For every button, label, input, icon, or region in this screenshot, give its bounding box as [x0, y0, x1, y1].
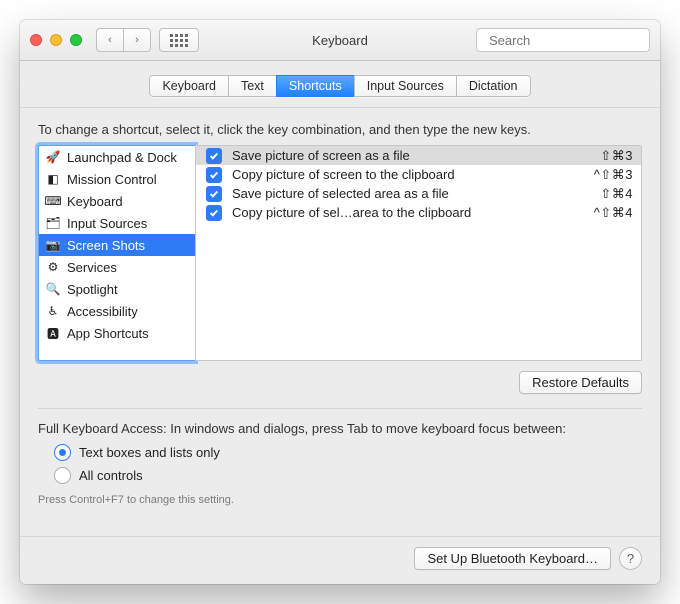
shortcut-row[interactable]: Save picture of selected area as a file ⇧… [196, 184, 641, 203]
category-label: Launchpad & Dock [67, 150, 177, 165]
shortcut-row[interactable]: Copy picture of sel…area to the clipboar… [196, 203, 641, 222]
category-label: Keyboard [67, 194, 123, 209]
radio-button[interactable] [54, 444, 71, 461]
rocket-icon: 🚀 [45, 149, 61, 165]
bluetooth-keyboard-button[interactable]: Set Up Bluetooth Keyboard… [414, 547, 611, 570]
category-launchpad-dock[interactable]: 🚀 Launchpad & Dock [39, 146, 195, 168]
panes: 🚀 Launchpad & Dock ◧ Mission Control ⌨︎ Keybo… [38, 145, 642, 361]
category-accessibility[interactable]: ♿︎ Accessibility [39, 300, 195, 322]
shortcut-list[interactable]: Save picture of screen as a file⇧⌘3Copy … [195, 145, 642, 361]
category-label: App Shortcuts [67, 326, 149, 341]
fka-option-label: All controls [79, 468, 143, 483]
fka-option[interactable]: All controls [54, 467, 642, 484]
help-button[interactable]: ? [619, 547, 642, 570]
divider [38, 408, 642, 409]
close-button[interactable] [30, 34, 42, 46]
shortcut-row[interactable]: Save picture of screen as a file ⇧⌘3 [196, 146, 641, 165]
shortcut-label: Save picture of selected area as a file [232, 186, 590, 201]
tab-text[interactable]: Text [228, 75, 277, 97]
globe-icon: 🗂 [45, 215, 61, 231]
spotlight-icon: 🔍 [45, 281, 61, 297]
chevron-right-icon: › [135, 34, 139, 46]
apps-icon: 🅰︎ [45, 325, 61, 341]
titlebar: ‹ › Keyboard [20, 20, 660, 61]
tabs-row: KeyboardTextShortcutsInput SourcesDictat… [20, 61, 660, 108]
body: To change a shortcut, select it, click t… [20, 108, 660, 536]
shortcut-keys[interactable]: ⇧⌘4 [600, 186, 633, 202]
fka-option-label: Text boxes and lists only [79, 445, 220, 460]
category-spotlight[interactable]: 🔍 Spotlight [39, 278, 195, 300]
keyboard-icon: ⌨︎ [45, 193, 61, 209]
shortcut-keys[interactable]: ^⇧⌘4 [594, 205, 633, 221]
shortcut-checkbox[interactable] [206, 186, 222, 202]
restore-defaults-button[interactable]: Restore Defaults [519, 371, 642, 394]
category-label: Input Sources [67, 216, 147, 231]
accessibility-icon: ♿︎ [45, 303, 61, 319]
footer: Set Up Bluetooth Keyboard… ? [20, 536, 660, 584]
tab-shortcuts[interactable]: Shortcuts [276, 75, 355, 97]
traffic-lights [30, 34, 82, 46]
forward-button[interactable]: › [123, 28, 151, 52]
category-screen-shots[interactable]: 📷 Screen Shots [39, 234, 195, 256]
shortcut-label: Copy picture of screen to the clipboard [232, 167, 584, 182]
fka-radio-group: Text boxes and lists only All controls [54, 444, 642, 484]
shortcut-checkbox[interactable] [206, 148, 222, 164]
instruction-text: To change a shortcut, select it, click t… [38, 122, 642, 137]
category-input-sources[interactable]: 🗂 Input Sources [39, 212, 195, 234]
shortcut-checkbox[interactable] [206, 205, 222, 221]
chevron-left-icon: ‹ [108, 34, 112, 46]
category-app-shortcuts[interactable]: 🅰︎ App Shortcuts [39, 322, 195, 344]
category-keyboard[interactable]: ⌨︎ Keyboard [39, 190, 195, 212]
radio-button[interactable] [54, 467, 71, 484]
category-mission-control[interactable]: ◧ Mission Control [39, 168, 195, 190]
shortcut-label: Copy picture of sel…area to the clipboar… [232, 205, 584, 220]
restore-row: Restore Defaults [38, 371, 642, 394]
tabs-segmented: KeyboardTextShortcutsInput SourcesDictat… [149, 75, 530, 97]
fka-description: Full Keyboard Access: In windows and dia… [38, 421, 642, 436]
nav-buttons: ‹ › [96, 28, 151, 52]
category-label: Accessibility [67, 304, 138, 319]
shortcut-row[interactable]: Copy picture of screen to the clipboard ^… [196, 165, 641, 184]
back-button[interactable]: ‹ [96, 28, 124, 52]
category-label: Services [67, 260, 117, 275]
shortcut-checkbox[interactable] [206, 167, 222, 183]
grid-icon: ◧ [45, 171, 61, 187]
shortcut-keys[interactable]: ⇧⌘3 [600, 148, 633, 164]
camera-icon: 📷 [45, 237, 61, 253]
category-label: Screen Shots [67, 238, 145, 253]
shortcut-keys[interactable]: ^⇧⌘3 [594, 167, 633, 183]
category-label: Spotlight [67, 282, 118, 297]
show-all-button[interactable] [159, 28, 199, 52]
category-services[interactable]: ⚙︎ Services [39, 256, 195, 278]
category-label: Mission Control [67, 172, 157, 187]
search-field[interactable] [476, 28, 650, 52]
tab-dictation[interactable]: Dictation [456, 75, 531, 97]
grid-icon [170, 34, 188, 47]
minimize-button[interactable] [50, 34, 62, 46]
fka-option[interactable]: Text boxes and lists only [54, 444, 642, 461]
gear-icon: ⚙︎ [45, 259, 61, 275]
fka-hint: Press Control+F7 to change this setting. [38, 494, 642, 506]
preferences-window: ‹ › Keyboard KeyboardTextShortcutsInput … [20, 20, 660, 584]
tab-keyboard[interactable]: Keyboard [149, 75, 229, 97]
shortcut-label: Save picture of screen as a file [232, 148, 590, 163]
tab-input-sources[interactable]: Input Sources [354, 75, 457, 97]
zoom-button[interactable] [70, 34, 82, 46]
search-input[interactable] [487, 32, 660, 49]
category-list[interactable]: 🚀 Launchpad & Dock ◧ Mission Control ⌨︎ Keybo… [38, 145, 195, 361]
